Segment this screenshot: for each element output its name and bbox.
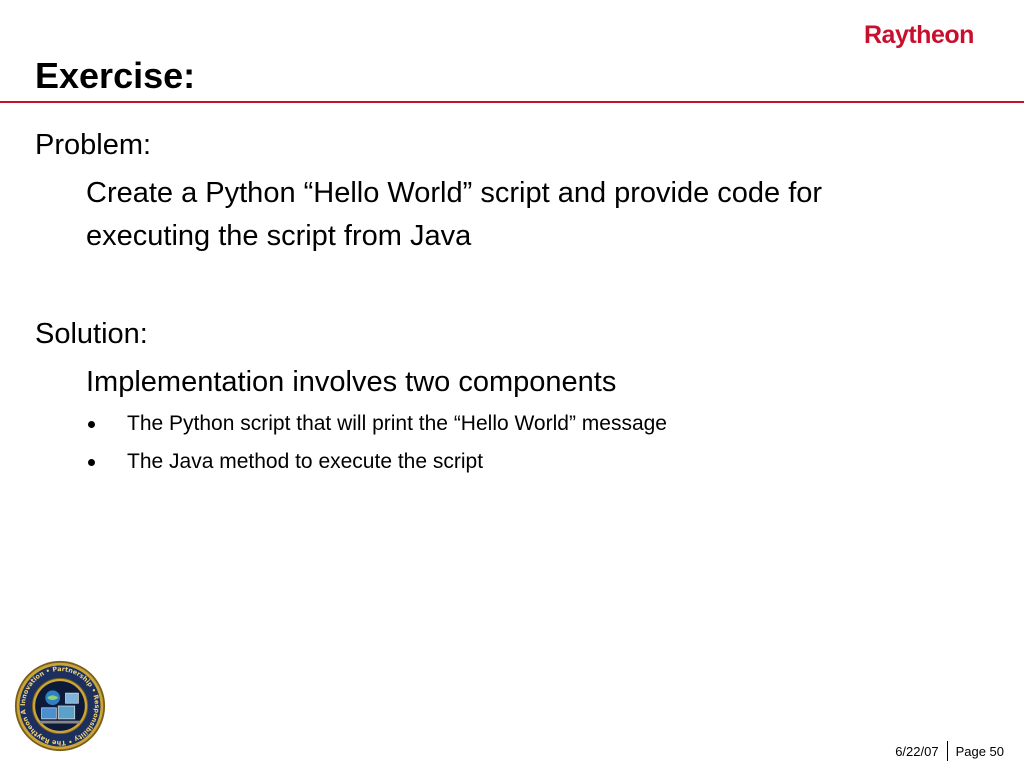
solution-intro: Implementation involves two components xyxy=(86,366,617,398)
bullet-text: The Java method to execute the script xyxy=(127,450,484,473)
title-divider xyxy=(0,101,1024,103)
slide-footer: 6/22/07 Page 50 xyxy=(895,740,1004,762)
problem-line-1: Create a Python “Hello World” script and… xyxy=(86,177,823,209)
slide-title: Exercise: xyxy=(35,55,196,96)
raytheon-logo: Raytheon xyxy=(864,21,974,49)
problem-line-2: executing the script from Java xyxy=(86,220,472,252)
team-seal-icon: Innovation • Partnership • Responsibilit… xyxy=(14,660,106,752)
page-number: Page 50 xyxy=(955,743,1004,759)
bullet-dot-icon xyxy=(88,458,95,466)
footer-separator xyxy=(946,741,948,761)
bullet-dot-icon xyxy=(88,420,95,428)
bullet-item-2: The Java method to execute the script xyxy=(86,448,483,476)
solution-heading: Solution: xyxy=(35,318,148,350)
footer-date: 6/22/07 xyxy=(895,743,939,759)
problem-heading: Problem: xyxy=(35,129,152,161)
bullet-text: The Python script that will print the “H… xyxy=(127,412,667,435)
bullet-item-1: The Python script that will print the “H… xyxy=(86,410,667,438)
